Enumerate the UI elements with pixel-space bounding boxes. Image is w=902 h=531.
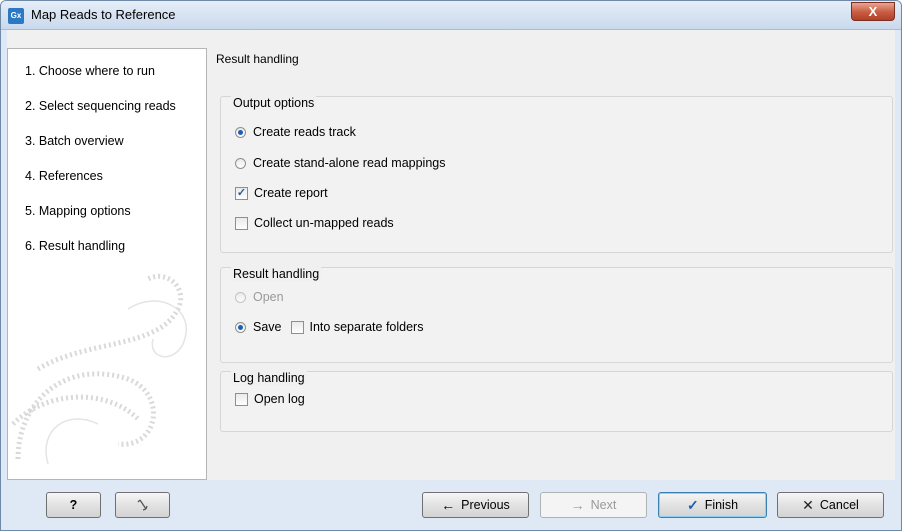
create-report-option[interactable]: ✓ Create report	[235, 186, 328, 200]
dialog-window: Gx Map Reads to Reference X 1. Choose wh…	[0, 0, 902, 531]
open-log-option[interactable]: Open log	[235, 392, 305, 406]
collect-unmapped-label: Collect un-mapped reads	[254, 216, 394, 230]
cancel-label: Cancel	[819, 498, 859, 512]
output-options-label: Output options	[231, 96, 317, 110]
button-bar: ? ← Previous → Next ✓ Finish ✕ Cancel	[1, 480, 901, 530]
create-reads-track-option[interactable]: Create reads track	[235, 125, 356, 139]
cancel-button[interactable]: ✕ Cancel	[777, 492, 884, 518]
open-log-label: Open log	[254, 392, 305, 406]
log-handling-label: Log handling	[231, 371, 307, 385]
app-icon: Gx	[8, 8, 24, 24]
step-choose-where-to-run: 1. Choose where to run	[25, 64, 155, 78]
checkmark-icon: ✓	[686, 496, 699, 513]
open-radio[interactable]	[235, 291, 246, 303]
open-label: Open	[253, 290, 284, 304]
result-handling-group: Result handling Open Save Into separate …	[220, 267, 893, 363]
window-title: Map Reads to Reference	[31, 7, 176, 22]
open-log-checkbox[interactable]	[235, 392, 248, 406]
step-mapping-options: 5. Mapping options	[25, 204, 131, 218]
create-reads-track-radio[interactable]	[235, 126, 246, 138]
next-label: Next	[590, 498, 617, 512]
decorative-swirl-graphic	[11, 273, 187, 465]
into-separate-folders-label: Into separate folders	[309, 320, 424, 334]
previous-button[interactable]: ← Previous	[422, 492, 529, 518]
into-separate-folders-checkbox[interactable]	[290, 320, 304, 334]
collect-unmapped-checkbox[interactable]	[235, 216, 248, 230]
output-options-group: Output options Create reads track Create…	[220, 96, 893, 253]
save-radio[interactable]	[235, 321, 246, 333]
wizard-steps-panel: 1. Choose where to run 2. Select sequenc…	[7, 48, 207, 480]
step-select-sequencing-reads: 2. Select sequencing reads	[25, 99, 176, 113]
save-option[interactable]: Save Into separate folders	[235, 320, 423, 334]
open-option[interactable]: Open	[235, 290, 284, 304]
arrow-right-icon: →	[570, 497, 585, 513]
collect-unmapped-option[interactable]: Collect un-mapped reads	[235, 216, 394, 230]
close-button[interactable]: X	[851, 2, 895, 21]
help-button[interactable]: ?	[46, 492, 101, 518]
create-report-label: Create report	[254, 186, 328, 200]
title-bar[interactable]: Gx Map Reads to Reference X	[1, 1, 901, 30]
step-references: 4. References	[25, 169, 103, 183]
next-button[interactable]: → Next	[540, 492, 647, 518]
log-handling-group: Log handling Open log	[220, 371, 893, 432]
reset-icon	[137, 499, 148, 511]
create-reads-track-label: Create reads track	[253, 125, 356, 139]
arrow-left-icon: ←	[441, 497, 456, 513]
step-batch-overview: 3. Batch overview	[25, 134, 124, 148]
help-label: ?	[69, 498, 78, 512]
previous-label: Previous	[461, 498, 510, 512]
save-label: Save	[253, 320, 282, 334]
create-standalone-label: Create stand-alone read mappings	[253, 156, 446, 170]
page-heading: Result handling	[216, 52, 299, 66]
reset-button[interactable]	[115, 492, 170, 518]
finish-button[interactable]: ✓ Finish	[658, 492, 767, 518]
dialog-body: 1. Choose where to run 2. Select sequenc…	[7, 30, 895, 480]
create-standalone-radio[interactable]	[235, 157, 246, 169]
result-handling-label: Result handling	[231, 267, 322, 281]
create-standalone-option[interactable]: Create stand-alone read mappings	[235, 156, 445, 170]
finish-label: Finish	[704, 498, 739, 512]
create-report-checkbox[interactable]: ✓	[235, 186, 248, 200]
cancel-x-icon: ✕	[802, 496, 814, 513]
result-handling-panel: Result handling Output options Create re…	[208, 30, 895, 480]
